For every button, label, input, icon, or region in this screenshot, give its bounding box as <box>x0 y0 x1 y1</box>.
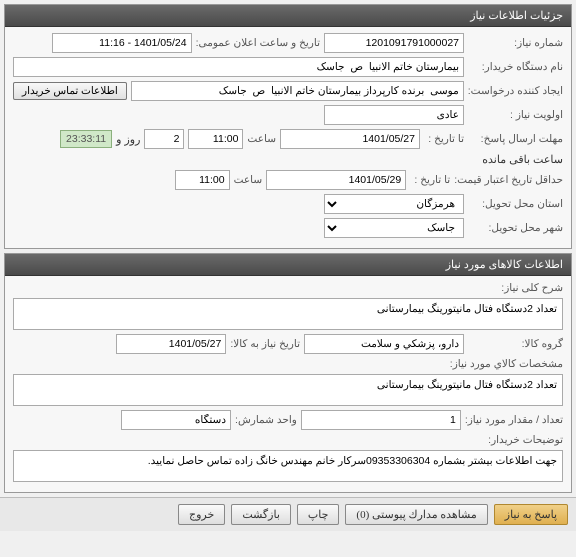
group-field[interactable] <box>304 334 464 354</box>
announce-field[interactable] <box>52 33 192 53</box>
priority-label: اولویت نیاز : <box>468 109 563 121</box>
buyer-field[interactable] <box>13 57 464 77</box>
deadline-label: مهلت ارسال پاسخ: <box>468 133 563 145</box>
need-number-label: شماره نیاز: <box>468 37 563 49</box>
price-validity-label: حداقل تاریخ اعتبار قیمت: <box>454 174 563 186</box>
price-validity-time-label: ساعت <box>234 174 263 186</box>
spec-field[interactable]: تعداد 2دستگاه فتال مانیتورینگ بیمارستانی <box>13 374 563 406</box>
requester-label: ایجاد کننده درخواست: <box>468 85 563 97</box>
exit-button[interactable]: خروج <box>178 504 225 525</box>
price-validity-time-field[interactable] <box>175 170 230 190</box>
group-label: گروه کالا: <box>468 338 563 350</box>
deadline-time-field[interactable] <box>188 129 243 149</box>
remain-label: ساعت باقی مانده <box>482 153 563 166</box>
remain-time-box: 23:33:11 <box>60 130 112 148</box>
remain-days-field[interactable] <box>144 129 184 149</box>
contact-buyer-button[interactable]: اطلاعات تماس خریدار <box>13 82 127 100</box>
province-label: استان محل تحویل: <box>468 198 563 210</box>
deadline-todate-label: تا تاریخ : <box>424 133 464 145</box>
city-label: شهر محل تحویل: <box>468 222 563 234</box>
requester-field[interactable] <box>131 81 464 101</box>
items-header: اطلاعات کالاهای مورد نیاز <box>5 254 571 276</box>
unit-label: واحد شمارش: <box>235 414 297 426</box>
action-bar: پاسخ به نیاز مشاهده مدارك پیوستی (0) چاپ… <box>0 497 576 531</box>
reply-button[interactable]: پاسخ به نیاز <box>494 504 568 525</box>
deadline-time-label: ساعت <box>247 133 276 145</box>
qty-label: تعداد / مقدار مورد نیاز: <box>465 414 563 426</box>
need-number-field[interactable] <box>324 33 464 53</box>
need-date-label: تاریخ نیاز به کالا: <box>230 338 300 350</box>
print-button[interactable]: چاپ <box>297 504 340 525</box>
spec-label: مشخصات کالاي مورد نیاز: <box>450 358 563 370</box>
buyer-notes-label: توضیحات خریدار: <box>468 434 563 446</box>
buyer-label: نام دستگاه خریدار: <box>468 61 563 73</box>
items-panel: اطلاعات کالاهای مورد نیاز سامانه تدارکات… <box>4 253 572 493</box>
province-select[interactable]: هرمزگان <box>324 194 464 214</box>
general-desc-field[interactable]: تعداد 2دستگاه فتال مانیتورینگ بیمارستانی <box>13 298 563 330</box>
deadline-date-field[interactable] <box>280 129 420 149</box>
price-validity-date-field[interactable] <box>266 170 406 190</box>
remain-days-label: روز و <box>116 133 140 146</box>
priority-field[interactable] <box>324 105 464 125</box>
attachments-button[interactable]: مشاهده مدارك پیوستی (0) <box>345 504 487 525</box>
unit-field[interactable] <box>121 410 231 430</box>
need-details-header: جزئیات اطلاعات نیاز <box>5 5 571 27</box>
general-desc-label: شرح کلی نیاز: <box>468 282 563 294</box>
need-date-field[interactable] <box>116 334 226 354</box>
city-select[interactable]: جاسک <box>324 218 464 238</box>
announce-label: تاریخ و ساعت اعلان عمومی: <box>196 37 320 49</box>
back-button[interactable]: بازگشت <box>231 504 291 525</box>
buyer-notes-field[interactable]: جهت اطلاعات بیشتر بشماره 09353306304سرکا… <box>13 450 563 482</box>
need-details-panel: جزئیات اطلاعات نیاز شماره نیاز: تاریخ و … <box>4 4 572 249</box>
price-validity-todate-label: تا تاریخ : <box>410 174 450 186</box>
qty-field[interactable] <box>301 410 461 430</box>
